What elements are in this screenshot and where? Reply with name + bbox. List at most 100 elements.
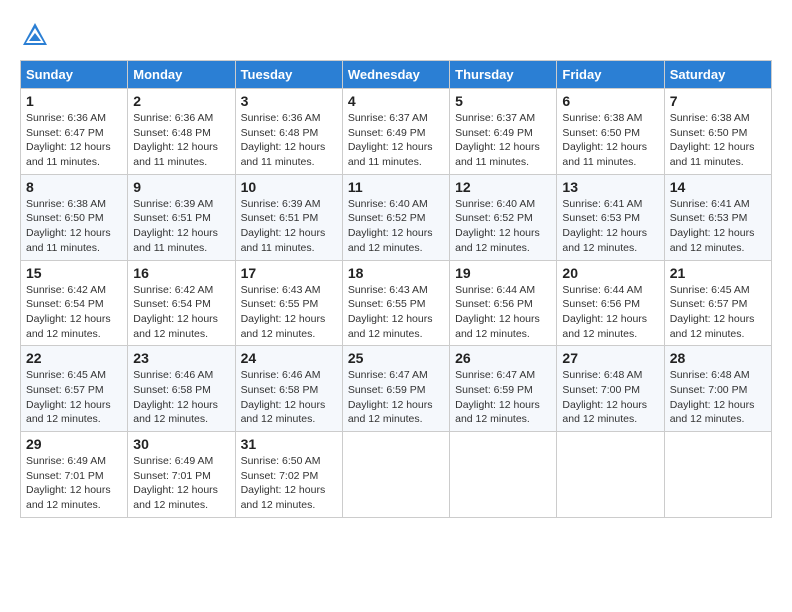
calendar-week-row: 15 Sunrise: 6:42 AM Sunset: 6:54 PM Dayli…: [21, 260, 772, 346]
day-info: Sunrise: 6:48 AM Sunset: 7:00 PM Dayligh…: [562, 368, 658, 427]
day-number: 12: [455, 179, 551, 195]
day-header-friday: Friday: [557, 61, 664, 89]
day-number: 29: [26, 436, 122, 452]
calendar-cell: 5 Sunrise: 6:37 AM Sunset: 6:49 PM Daylig…: [450, 89, 557, 175]
calendar-cell: 1 Sunrise: 6:36 AM Sunset: 6:47 PM Daylig…: [21, 89, 128, 175]
calendar-cell: 26 Sunrise: 6:47 AM Sunset: 6:59 PM Dayli…: [450, 346, 557, 432]
calendar-cell: 13 Sunrise: 6:41 AM Sunset: 6:53 PM Dayli…: [557, 174, 664, 260]
day-info: Sunrise: 6:38 AM Sunset: 6:50 PM Dayligh…: [562, 111, 658, 170]
calendar-cell: 22 Sunrise: 6:45 AM Sunset: 6:57 PM Dayli…: [21, 346, 128, 432]
day-number: 16: [133, 265, 229, 281]
day-number: 31: [241, 436, 337, 452]
calendar-cell: 30 Sunrise: 6:49 AM Sunset: 7:01 PM Dayli…: [128, 432, 235, 518]
day-info: Sunrise: 6:39 AM Sunset: 6:51 PM Dayligh…: [133, 197, 229, 256]
day-header-wednesday: Wednesday: [342, 61, 449, 89]
day-info: Sunrise: 6:44 AM Sunset: 6:56 PM Dayligh…: [455, 283, 551, 342]
calendar-cell: 2 Sunrise: 6:36 AM Sunset: 6:48 PM Daylig…: [128, 89, 235, 175]
day-info: Sunrise: 6:37 AM Sunset: 6:49 PM Dayligh…: [455, 111, 551, 170]
day-number: 21: [670, 265, 766, 281]
calendar-cell: 3 Sunrise: 6:36 AM Sunset: 6:48 PM Daylig…: [235, 89, 342, 175]
day-info: Sunrise: 6:38 AM Sunset: 6:50 PM Dayligh…: [670, 111, 766, 170]
day-number: 11: [348, 179, 444, 195]
day-number: 20: [562, 265, 658, 281]
day-header-tuesday: Tuesday: [235, 61, 342, 89]
day-number: 23: [133, 350, 229, 366]
day-number: 22: [26, 350, 122, 366]
day-info: Sunrise: 6:48 AM Sunset: 7:00 PM Dayligh…: [670, 368, 766, 427]
day-info: Sunrise: 6:38 AM Sunset: 6:50 PM Dayligh…: [26, 197, 122, 256]
calendar-cell: 25Sunrise: 6:47 AM Sunset: 6:59 PM Dayli…: [342, 346, 449, 432]
calendar-cell: 10Sunrise: 6:39 AM Sunset: 6:51 PM Dayli…: [235, 174, 342, 260]
day-number: 5: [455, 93, 551, 109]
day-info: Sunrise: 6:37 AM Sunset: 6:49 PM Dayligh…: [348, 111, 444, 170]
calendar-cell: [450, 432, 557, 518]
calendar-cell: 11 Sunrise: 6:40 AM Sunset: 6:52 PM Dayli…: [342, 174, 449, 260]
day-number: 15: [26, 265, 122, 281]
day-info: Sunrise: 6:39 AM Sunset: 6:51 PM Dayligh…: [241, 197, 337, 256]
day-info: Sunrise: 6:36 AM Sunset: 6:48 PM Dayligh…: [241, 111, 337, 170]
day-info: Sunrise: 6:42 AM Sunset: 6:54 PM Dayligh…: [26, 283, 122, 342]
calendar-cell: 18 Sunrise: 6:43 AM Sunset: 6:55 PM Dayli…: [342, 260, 449, 346]
day-number: 28: [670, 350, 766, 366]
day-number: 26: [455, 350, 551, 366]
day-info: Sunrise: 6:46 AM Sunset: 6:58 PM Dayligh…: [133, 368, 229, 427]
calendar-week-row: 29 Sunrise: 6:49 AM Sunset: 7:01 PM Dayli…: [21, 432, 772, 518]
logo: [20, 20, 54, 50]
day-number: 13: [562, 179, 658, 195]
calendar-header-row: SundayMondayTuesdayWednesdayThursdayFrid…: [21, 61, 772, 89]
calendar-cell: 21 Sunrise: 6:45 AM Sunset: 6:57 PM Dayli…: [664, 260, 771, 346]
day-info: Sunrise: 6:40 AM Sunset: 6:52 PM Dayligh…: [348, 197, 444, 256]
calendar-cell: 23 Sunrise: 6:46 AM Sunset: 6:58 PM Dayli…: [128, 346, 235, 432]
day-header-monday: Monday: [128, 61, 235, 89]
day-info: Sunrise: 6:41 AM Sunset: 6:53 PM Dayligh…: [562, 197, 658, 256]
day-number: 1: [26, 93, 122, 109]
day-info: Sunrise: 6:36 AM Sunset: 6:48 PM Dayligh…: [133, 111, 229, 170]
calendar-cell: [557, 432, 664, 518]
calendar-cell: 28 Sunrise: 6:48 AM Sunset: 7:00 PM Dayli…: [664, 346, 771, 432]
calendar-cell: 7 Sunrise: 6:38 AM Sunset: 6:50 PM Daylig…: [664, 89, 771, 175]
day-info: Sunrise: 6:49 AM Sunset: 7:01 PM Dayligh…: [133, 454, 229, 513]
day-number: 7: [670, 93, 766, 109]
day-info: Sunrise: 6:41 AM Sunset: 6:53 PM Dayligh…: [670, 197, 766, 256]
day-number: 30: [133, 436, 229, 452]
day-number: 14: [670, 179, 766, 195]
calendar-cell: 27Sunrise: 6:48 AM Sunset: 7:00 PM Dayli…: [557, 346, 664, 432]
day-info: Sunrise: 6:47 AM Sunset: 6:59 PM Dayligh…: [455, 368, 551, 427]
calendar-cell: 20Sunrise: 6:44 AM Sunset: 6:56 PM Dayli…: [557, 260, 664, 346]
day-number: 8: [26, 179, 122, 195]
calendar-week-row: 1 Sunrise: 6:36 AM Sunset: 6:47 PM Daylig…: [21, 89, 772, 175]
day-header-thursday: Thursday: [450, 61, 557, 89]
day-number: 24: [241, 350, 337, 366]
day-number: 4: [348, 93, 444, 109]
calendar-cell: 19Sunrise: 6:44 AM Sunset: 6:56 PM Dayli…: [450, 260, 557, 346]
day-header-saturday: Saturday: [664, 61, 771, 89]
calendar-cell: 12Sunrise: 6:40 AM Sunset: 6:52 PM Dayli…: [450, 174, 557, 260]
day-number: 18: [348, 265, 444, 281]
day-number: 2: [133, 93, 229, 109]
day-info: Sunrise: 6:45 AM Sunset: 6:57 PM Dayligh…: [26, 368, 122, 427]
calendar-cell: 9Sunrise: 6:39 AM Sunset: 6:51 PM Daylig…: [128, 174, 235, 260]
calendar-cell: 4 Sunrise: 6:37 AM Sunset: 6:49 PM Daylig…: [342, 89, 449, 175]
page-header: [20, 20, 772, 50]
day-number: 17: [241, 265, 337, 281]
day-header-sunday: Sunday: [21, 61, 128, 89]
day-info: Sunrise: 6:43 AM Sunset: 6:55 PM Dayligh…: [241, 283, 337, 342]
day-info: Sunrise: 6:43 AM Sunset: 6:55 PM Dayligh…: [348, 283, 444, 342]
calendar-cell: 15 Sunrise: 6:42 AM Sunset: 6:54 PM Dayli…: [21, 260, 128, 346]
day-info: Sunrise: 6:50 AM Sunset: 7:02 PM Dayligh…: [241, 454, 337, 513]
calendar-cell: 6 Sunrise: 6:38 AM Sunset: 6:50 PM Daylig…: [557, 89, 664, 175]
calendar-cell: 31 Sunrise: 6:50 AM Sunset: 7:02 PM Dayli…: [235, 432, 342, 518]
logo-icon: [20, 20, 50, 50]
day-number: 25: [348, 350, 444, 366]
calendar-cell: 29 Sunrise: 6:49 AM Sunset: 7:01 PM Dayli…: [21, 432, 128, 518]
day-info: Sunrise: 6:36 AM Sunset: 6:47 PM Dayligh…: [26, 111, 122, 170]
calendar-week-row: 22 Sunrise: 6:45 AM Sunset: 6:57 PM Dayli…: [21, 346, 772, 432]
day-number: 3: [241, 93, 337, 109]
day-info: Sunrise: 6:45 AM Sunset: 6:57 PM Dayligh…: [670, 283, 766, 342]
day-number: 6: [562, 93, 658, 109]
day-info: Sunrise: 6:49 AM Sunset: 7:01 PM Dayligh…: [26, 454, 122, 513]
calendar-cell: 14 Sunrise: 6:41 AM Sunset: 6:53 PM Dayli…: [664, 174, 771, 260]
calendar-cell: 17 Sunrise: 6:43 AM Sunset: 6:55 PM Dayli…: [235, 260, 342, 346]
calendar-table: SundayMondayTuesdayWednesdayThursdayFrid…: [20, 60, 772, 518]
calendar-cell: 24Sunrise: 6:46 AM Sunset: 6:58 PM Dayli…: [235, 346, 342, 432]
